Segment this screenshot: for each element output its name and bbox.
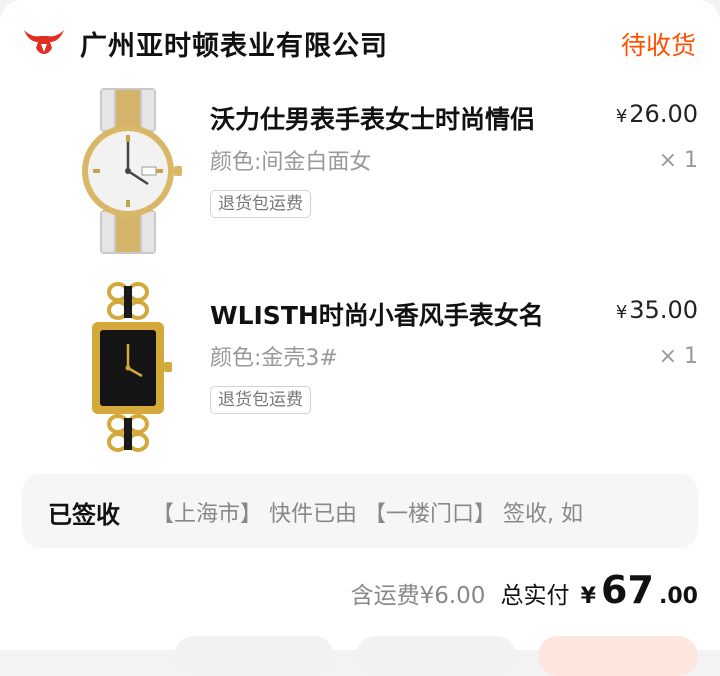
item-quantity: × 1: [658, 344, 698, 369]
item-title[interactable]: WLISTH时尚小香风手表女名: [210, 296, 590, 332]
order-item[interactable]: 沃力仕男表手表女士时尚情侣 颜色:间金白面女 退货包运费 ¥26.00 × 1: [0, 86, 720, 266]
order-card[interactable]: 广州亚时顿表业有限公司 待收货 沃力仕男表手表女士时尚情侣 颜色:间金白面女 退…: [0, 0, 720, 676]
primary-action-button[interactable]: [538, 636, 698, 676]
shop-header[interactable]: 广州亚时顿表业有限公司 待收货: [0, 14, 720, 74]
delivery-status: 已签收: [48, 501, 120, 529]
order-status: 待收货: [620, 31, 696, 60]
return-shipping-tag: 退货包运费: [210, 190, 311, 218]
total-decimal: .00: [659, 584, 698, 609]
item-variant: 颜色:金壳3#: [210, 346, 338, 371]
total-integer: 67: [601, 568, 654, 612]
shipping-fee: 含运费¥6.00: [350, 583, 486, 609]
logistics-text: 【上海市】 快件已由 【一楼门口】 签收, 如: [152, 502, 583, 527]
logistics-bar[interactable]: 已签收 【上海市】 快件已由 【一楼门口】 签收, 如: [22, 474, 698, 548]
watch-two-tone-thumbnail: [58, 86, 198, 256]
total-label: 总实付: [500, 583, 570, 609]
item-title[interactable]: 沃力仕男表手表女士时尚情侣: [210, 100, 590, 136]
shop-name[interactable]: 广州亚时顿表业有限公司: [80, 24, 388, 63]
bull-logo-icon: [24, 30, 64, 54]
item-price: ¥26.00: [616, 100, 698, 128]
action-button[interactable]: [174, 636, 334, 676]
item-quantity: × 1: [658, 148, 698, 173]
watch-chain-thumbnail: [58, 282, 198, 452]
item-price: ¥35.00: [616, 296, 698, 324]
price-value: 35.00: [629, 296, 698, 324]
price-value: 26.00: [629, 100, 698, 128]
order-item[interactable]: WLISTH时尚小香风手表女名 颜色:金壳3# 退货包运费 ¥35.00 × 1: [0, 282, 720, 462]
action-buttons: [0, 636, 720, 676]
return-shipping-tag: 退货包运费: [210, 386, 311, 414]
action-button[interactable]: [356, 636, 516, 676]
order-totals: 含运费¥6.00 总实付 ¥ 67 .00: [351, 568, 698, 614]
price-symbol: ¥: [615, 302, 628, 323]
item-variant: 颜色:间金白面女: [210, 150, 372, 175]
total-symbol: ¥: [580, 584, 596, 609]
price-symbol: ¥: [615, 106, 628, 127]
